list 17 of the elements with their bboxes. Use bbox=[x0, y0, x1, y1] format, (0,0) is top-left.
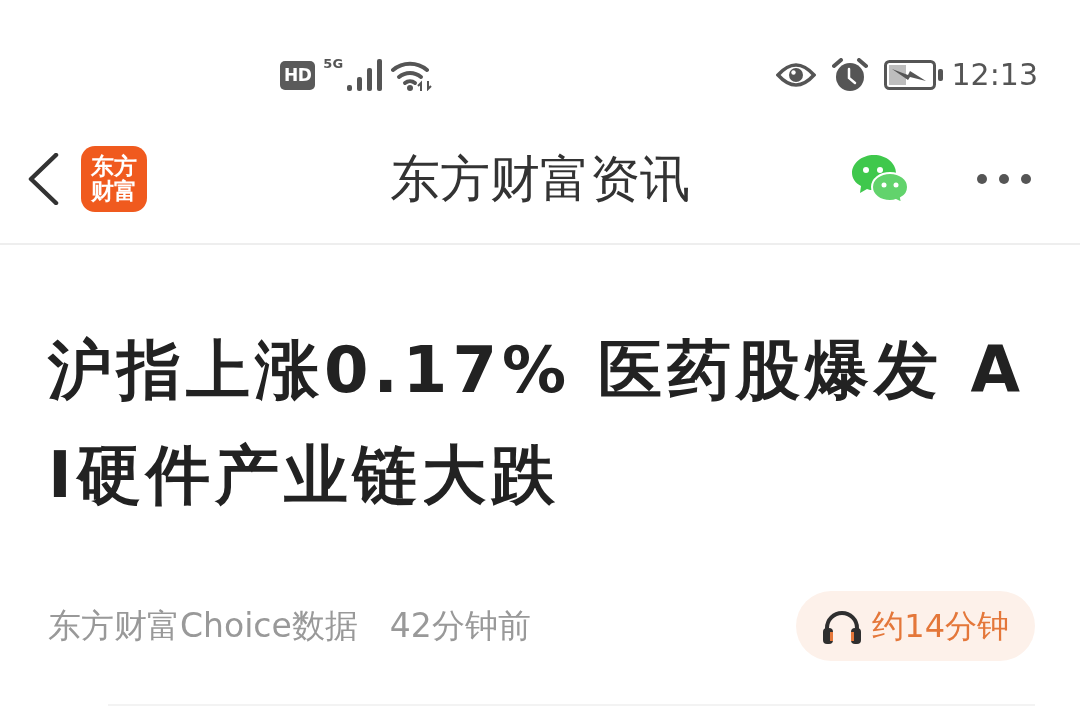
listen-button[interactable]: 约14分钟 bbox=[796, 591, 1035, 661]
article-source: 东方财富Choice数据 bbox=[48, 606, 358, 646]
back-icon[interactable] bbox=[26, 153, 60, 205]
signal-icon bbox=[347, 59, 384, 91]
clock-time: 12:13 bbox=[951, 60, 1038, 90]
battery-charging-icon bbox=[883, 60, 944, 90]
network-type-label: 5G bbox=[323, 57, 344, 70]
page-title: 东方财富资讯 bbox=[390, 150, 690, 208]
eye-icon bbox=[775, 61, 816, 89]
publish-time: 42分钟前 bbox=[389, 606, 531, 646]
alarm-clock-icon bbox=[831, 58, 868, 92]
hd-badge: HD bbox=[280, 60, 316, 90]
more-icon[interactable] bbox=[976, 173, 1032, 185]
headphones-icon bbox=[822, 608, 863, 644]
article-headline: 沪指上涨0.17% 医药股爆发 AI硬件产业链大跌 bbox=[48, 332, 1027, 514]
wifi-icon bbox=[391, 59, 434, 91]
app-logo: 东方财富 bbox=[81, 146, 147, 212]
